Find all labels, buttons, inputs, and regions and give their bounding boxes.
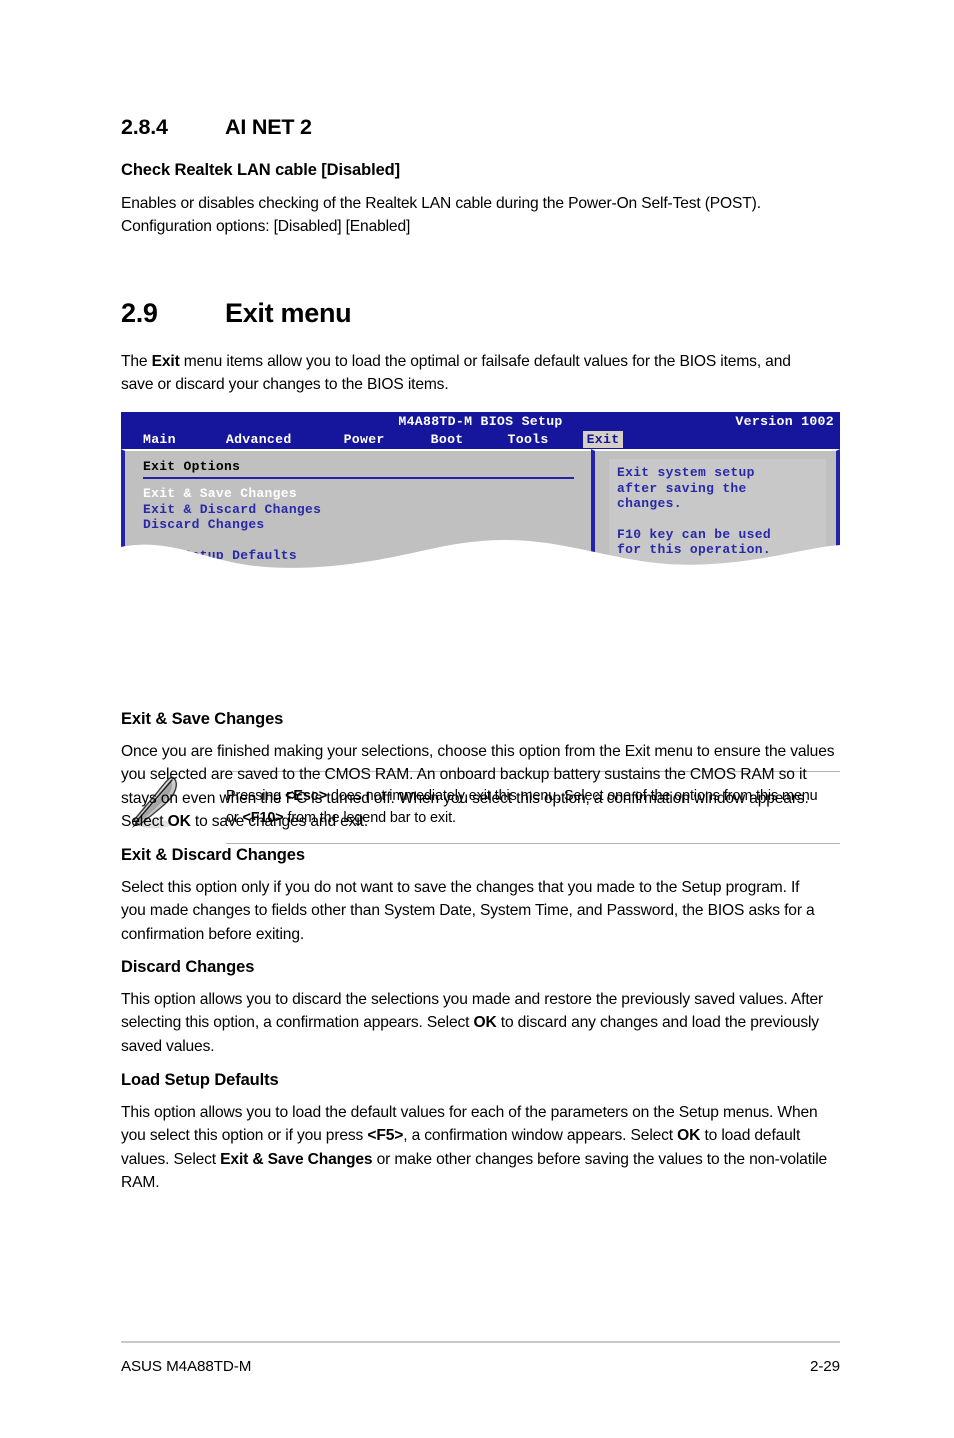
topic-load-setup-defaults: Load Setup Defaults This option allows y… bbox=[121, 1071, 840, 1194]
check-realtek-lan-cable-subheading: Check Realtek LAN cable [Disabled] bbox=[121, 161, 401, 179]
section-2-8-4: 2.8.4 AI NET 2 Check Realtek LAN cable [… bbox=[121, 115, 840, 239]
footer-divider bbox=[121, 1341, 840, 1343]
body-key-f5: <F5> bbox=[367, 1127, 404, 1145]
panel-divider bbox=[143, 477, 574, 479]
tab-advanced[interactable]: Advanced bbox=[222, 431, 296, 448]
section-title: Exit menu bbox=[225, 298, 352, 328]
help-line-3: changes. bbox=[617, 496, 682, 511]
bios-title: M4A88TD-M BIOS Setup bbox=[398, 414, 563, 429]
bios-menu-tabs: Main Advanced Power Boot Tools Exit bbox=[139, 431, 624, 448]
footer-product-name: ASUS M4A88TD-M bbox=[121, 1358, 252, 1375]
section-title: AI NET 2 bbox=[225, 115, 312, 139]
topic-discard-changes: Discard Changes This option allows you t… bbox=[121, 958, 840, 1058]
topic-body: Once you are finished making your select… bbox=[121, 740, 840, 833]
bios-option-exit-save-changes[interactable]: Exit & Save Changes bbox=[143, 486, 591, 502]
tab-boot[interactable]: Boot bbox=[427, 431, 468, 448]
bios-option-exit-discard-changes[interactable]: Exit & Discard Changes bbox=[143, 502, 591, 518]
topic-exit-save-changes: Exit & Save Changes Once you are finishe… bbox=[121, 710, 840, 833]
body-ok-bold: OK bbox=[677, 1127, 701, 1145]
topic-heading: Load Setup Defaults bbox=[121, 1071, 279, 1089]
section-2-8-4-heading: 2.8.4 AI NET 2 bbox=[121, 115, 840, 140]
bios-option-discard-changes[interactable]: Discard Changes bbox=[143, 517, 591, 533]
tab-power[interactable]: Power bbox=[340, 431, 389, 448]
topic-heading: Discard Changes bbox=[121, 958, 255, 976]
help-line-2: after saving the bbox=[617, 480, 747, 496]
topic-body: This option allows you to load the defau… bbox=[121, 1101, 840, 1194]
body-exit-save-bold: Exit & Save Changes bbox=[220, 1150, 373, 1168]
section-2-9: 2.9 Exit menu The Exit menu items allow … bbox=[121, 298, 840, 397]
bios-header-bar: M4A88TD-M BIOS Setup Version 1002 Main A… bbox=[121, 412, 840, 449]
topic-body: This option allows you to discard the se… bbox=[121, 988, 840, 1058]
topic-exit-discard-changes: Exit & Discard Changes Select this optio… bbox=[121, 846, 840, 946]
help-line-1: Exit system setup bbox=[617, 465, 755, 480]
page-footer: ASUS M4A88TD-M 2-29 bbox=[121, 1358, 840, 1375]
bios-window: M4A88TD-M BIOS Setup Version 1002 Main A… bbox=[121, 412, 840, 571]
note-bottom-rule bbox=[226, 843, 840, 844]
help-spacer bbox=[617, 512, 826, 527]
body-ok-bold: OK bbox=[167, 812, 191, 830]
bios-version: Version 1002 bbox=[735, 414, 834, 429]
section-2-9-intro: The Exit menu items allow you to load th… bbox=[121, 350, 821, 397]
bios-content-area: Exit Options Exit & Save Changes Exit & … bbox=[121, 449, 840, 571]
options-spacer bbox=[143, 533, 591, 548]
exit-options-title: Exit Options bbox=[143, 459, 241, 474]
section-2-8-4-body: Enables or disables checking of the Real… bbox=[121, 195, 761, 236]
intro-part-2: menu items allow you to load the optimal… bbox=[121, 353, 791, 394]
help-line-4: F10 key can be used bbox=[617, 526, 771, 542]
topic-heading: Exit & Discard Changes bbox=[121, 846, 305, 864]
tab-main[interactable]: Main bbox=[139, 431, 180, 448]
section-number: 2.8.4 bbox=[121, 115, 168, 139]
body-ok-bold: OK bbox=[473, 1014, 497, 1032]
intro-exit-bold: Exit bbox=[151, 353, 180, 370]
bios-option-load-setup-defaults[interactable]: Load Setup Defaults bbox=[143, 548, 591, 564]
help-panel-inner: Exit system setup after saving the chang… bbox=[609, 459, 826, 571]
intro-part-1: The bbox=[121, 353, 152, 370]
tab-tools[interactable]: Tools bbox=[504, 431, 553, 448]
topic-heading: Exit & Save Changes bbox=[121, 710, 284, 728]
footer-page-number: 2-29 bbox=[810, 1358, 840, 1375]
section-number: 2.9 bbox=[121, 298, 158, 328]
section-2-9-heading: 2.9 Exit menu bbox=[121, 298, 840, 329]
bios-help-panel: Exit system setup after saving the chang… bbox=[591, 449, 840, 571]
document-page: 2.8.4 AI NET 2 Check Realtek LAN cable [… bbox=[0, 0, 954, 1438]
body-part-2: to save changes and exit. bbox=[190, 812, 368, 830]
body-part-2: , a confirmation window appears. Select bbox=[403, 1127, 678, 1145]
bios-options-panel: Exit Options Exit & Save Changes Exit & … bbox=[121, 449, 591, 571]
topic-body: Select this option only if you do not wa… bbox=[121, 879, 815, 943]
help-line-5: for this operation. bbox=[617, 542, 771, 557]
bios-setup-screenshot: M4A88TD-M BIOS Setup Version 1002 Main A… bbox=[121, 412, 840, 571]
tab-exit[interactable]: Exit bbox=[582, 431, 624, 448]
